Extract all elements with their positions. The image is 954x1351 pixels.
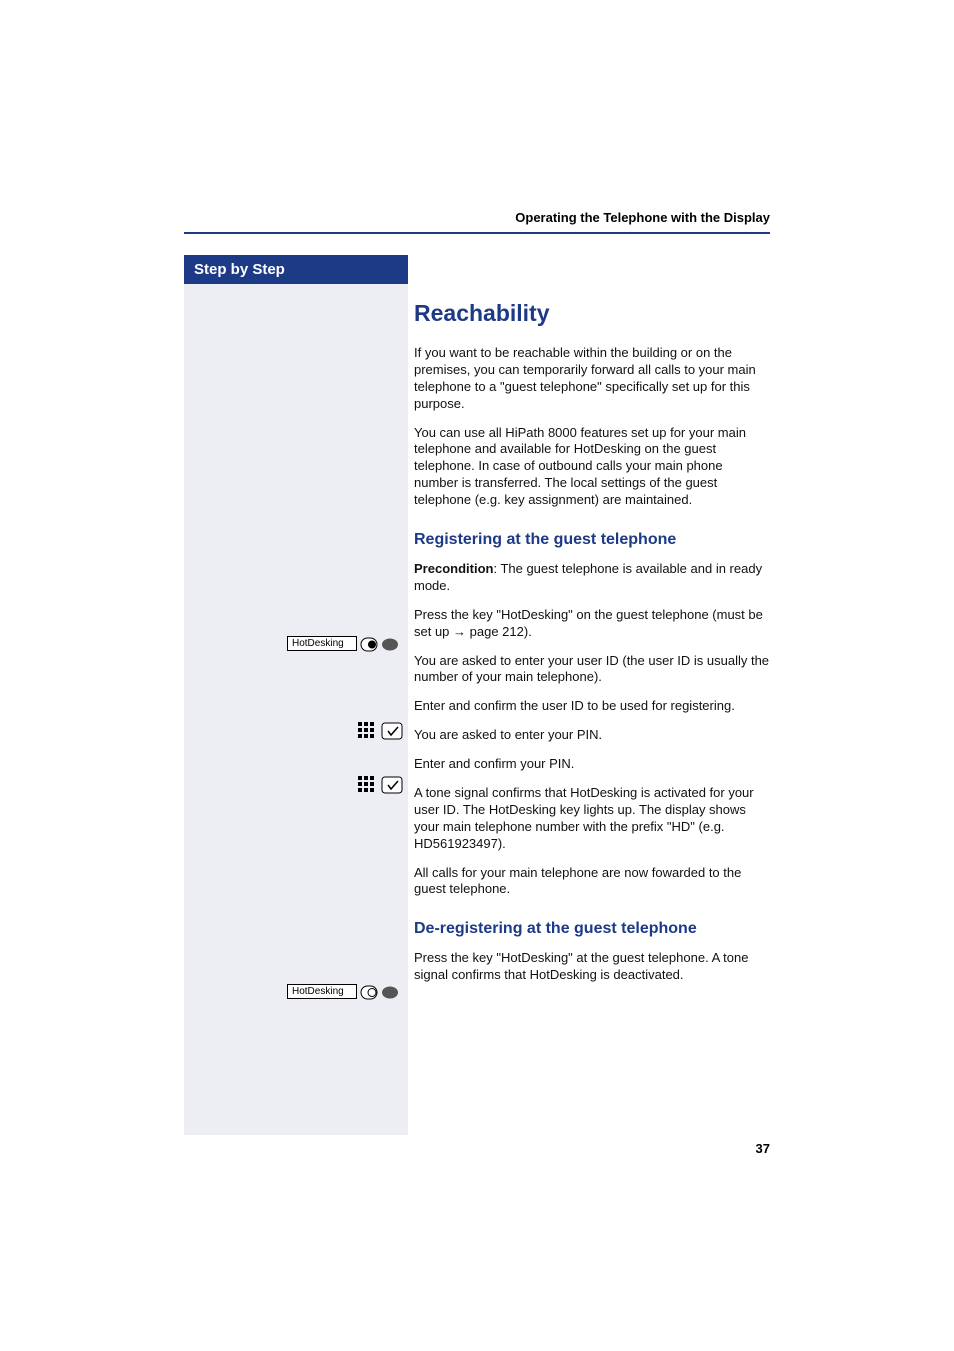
tone-confirm: A tone signal confirms that HotDesking i…	[414, 785, 770, 853]
ask-user-id: You are asked to enter your user ID (the…	[414, 653, 770, 687]
register-heading: Registering at the guest telephone	[414, 531, 770, 549]
precondition: Precondition: The guest telephone is ava…	[414, 561, 770, 595]
press-key-register: Press the key "HotDesking" on the guest …	[414, 607, 770, 641]
keypad-ok-icons-userid	[358, 722, 404, 745]
keypad-ok-icons-pin	[358, 776, 404, 799]
precondition-label: Precondition	[414, 561, 493, 576]
section-title: Reachability	[414, 300, 770, 327]
ask-pin: You are asked to enter your PIN.	[414, 727, 770, 744]
key-lamp-off-icon	[360, 984, 400, 1001]
header-rule	[184, 232, 770, 234]
all-calls-forward: All calls for your main telephone are no…	[414, 865, 770, 899]
enter-user-id: Enter and confirm the user ID to be used…	[414, 698, 770, 715]
key-label-hotdesking-register: HotDesking	[287, 636, 357, 651]
enter-pin: Enter and confirm your PIN.	[414, 756, 770, 773]
running-head: Operating the Telephone with the Display	[515, 210, 770, 225]
key-label-hotdesking-deregister: HotDesking	[287, 984, 357, 999]
intro-paragraph-1: If you want to be reachable within the b…	[414, 345, 770, 413]
content: Reachability If you want to be reachable…	[414, 300, 770, 996]
key-lamp-on-icon	[360, 636, 400, 653]
sidebar-title: Step by Step	[184, 255, 408, 284]
press-key-deregister: Press the key "HotDesking" at the guest …	[414, 950, 770, 984]
intro-paragraph-2: You can use all HiPath 8000 features set…	[414, 425, 770, 509]
page-number: 37	[756, 1141, 770, 1156]
page: Operating the Telephone with the Display…	[0, 0, 954, 1351]
sidebar: Step by Step	[184, 255, 408, 1135]
deregister-heading: De-registering at the guest telephone	[414, 920, 770, 938]
